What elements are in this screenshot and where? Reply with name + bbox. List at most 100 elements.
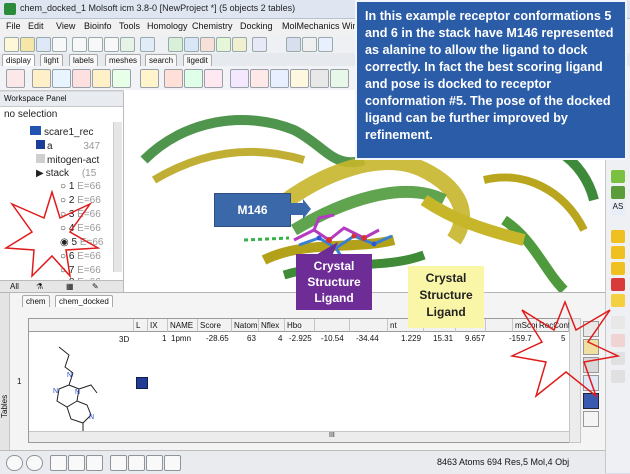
cell-hbond[interactable]: -2.925	[289, 334, 312, 343]
tree-item-receptor[interactable]: scare1_rec	[30, 126, 93, 138]
stop-icon[interactable]	[6, 455, 23, 471]
menu-docking[interactable]: Docking	[240, 21, 273, 31]
print-icon[interactable]	[52, 37, 67, 52]
zoom-icon[interactable]	[611, 246, 625, 259]
surface-icon[interactable]	[92, 69, 111, 88]
tab-ligedit[interactable]: ligedit	[183, 54, 212, 66]
menu-file[interactable]: File	[6, 21, 21, 31]
hbond-icon[interactable]	[230, 69, 249, 88]
record-icon[interactable]	[611, 278, 625, 291]
color-icon[interactable]	[200, 37, 215, 52]
table-icon[interactable]	[140, 37, 155, 52]
redo-icon[interactable]	[88, 37, 103, 52]
new-icon[interactable]	[4, 37, 19, 52]
camera-icon[interactable]	[146, 455, 163, 471]
cell-natom[interactable]: 63	[247, 334, 256, 343]
tab-chem[interactable]: chem	[22, 295, 50, 307]
tab-light[interactable]: light	[40, 54, 63, 66]
menu-view[interactable]: View	[56, 21, 75, 31]
grid-icon[interactable]	[184, 37, 199, 52]
cell-nflex[interactable]: 4	[278, 334, 282, 343]
tab-chem-docked[interactable]: chem_docked	[55, 295, 113, 307]
cut-icon[interactable]	[104, 37, 119, 52]
translate-icon[interactable]	[611, 230, 625, 243]
cell-c2[interactable]: -34.44	[356, 334, 379, 343]
play-icon[interactable]	[611, 170, 625, 183]
center-icon[interactable]	[270, 69, 289, 88]
tab-all[interactable]: All	[10, 282, 19, 291]
rotate-icon[interactable]	[611, 186, 625, 199]
molecule-stack-icon[interactable]	[128, 455, 145, 471]
cell-name[interactable]: 1pmn	[171, 334, 191, 343]
label-icon[interactable]	[250, 69, 269, 88]
column-header-nflex[interactable]: Nflex	[259, 319, 285, 332]
tree-item-chain[interactable]: a 347	[36, 140, 100, 152]
open-icon[interactable]	[20, 37, 35, 52]
menu-homology[interactable]: Homology	[147, 21, 188, 31]
menu-molmechanics[interactable]: MolMechanics	[282, 21, 340, 31]
wire-icon[interactable]	[6, 69, 25, 88]
ribbon-icon[interactable]	[112, 69, 131, 88]
fit-icon[interactable]: AS	[611, 202, 625, 215]
tree-item-mitogen[interactable]: mitogen-act	[36, 154, 99, 166]
stereo-icon[interactable]	[310, 69, 329, 88]
column-header-natom[interactable]: Natom	[232, 319, 259, 332]
scroll-grip[interactable]: III	[329, 432, 335, 439]
cell-ix[interactable]: 1	[162, 334, 166, 343]
cpk-icon[interactable]	[72, 69, 91, 88]
cell-eint[interactable]: 1.229	[401, 334, 421, 343]
sequence-icon[interactable]	[252, 37, 267, 52]
results-table[interactable]: L IX NAME Score Natom Nflex Hbo nt Eint …	[17, 318, 570, 443]
horizontal-scrollbar[interactable]: III	[29, 431, 569, 442]
history-icon[interactable]	[68, 455, 85, 471]
plot-icon[interactable]	[583, 411, 599, 427]
fdb-icon[interactable]	[286, 37, 301, 52]
tab-chemistry-icon[interactable]: ⚗	[36, 282, 43, 291]
cell-c4[interactable]: 9.657	[465, 334, 485, 343]
column-header-l[interactable]: L	[134, 319, 148, 332]
terminal-icon[interactable]	[50, 455, 67, 471]
molecule-icon[interactable]	[168, 37, 183, 52]
column-header-hbond[interactable]: Hbo	[285, 319, 315, 332]
column-header-c2[interactable]	[350, 319, 388, 332]
cell-c1[interactable]: -10.54	[321, 334, 344, 343]
save-icon[interactable]	[36, 37, 51, 52]
selected-row-marker-icon[interactable]	[136, 377, 148, 389]
smiles-icon[interactable]	[302, 37, 317, 52]
menu-bioinfo[interactable]: Bioinfo	[84, 21, 112, 31]
tab-display[interactable]: display	[2, 54, 35, 66]
clip-front-icon[interactable]	[611, 262, 625, 275]
charge-icon[interactable]	[232, 37, 247, 52]
stick-icon[interactable]	[32, 69, 51, 88]
pause-icon[interactable]	[26, 455, 43, 471]
menu-edit[interactable]: Edit	[28, 21, 44, 31]
workspace-scrollbar[interactable]	[113, 122, 122, 272]
xstick-icon[interactable]	[184, 69, 203, 88]
clip-icon[interactable]	[290, 69, 309, 88]
copy-icon[interactable]	[120, 37, 135, 52]
skin-icon[interactable]	[204, 69, 223, 88]
chart-icon[interactable]	[164, 455, 181, 471]
color-by-icon[interactable]	[164, 69, 183, 88]
cell-score[interactable]: -28.65	[206, 334, 229, 343]
column-header-ix[interactable]: IX	[148, 319, 168, 332]
column-header-score[interactable]: Score	[198, 319, 232, 332]
column-header-c1[interactable]	[315, 319, 350, 332]
cell-c3[interactable]: 15.31	[433, 334, 453, 343]
gear-icon[interactable]	[110, 455, 127, 471]
tab-search[interactable]: search	[145, 54, 178, 66]
bond-icon[interactable]	[216, 37, 231, 52]
tree-item-stack[interactable]: ▶ stack (15	[36, 168, 96, 179]
tab-meshes[interactable]: meshes	[105, 54, 142, 66]
info-icon[interactable]	[86, 455, 103, 471]
bookmark-icon[interactable]	[318, 37, 333, 52]
menu-chemistry[interactable]: Chemistry	[192, 21, 233, 31]
clear-icon[interactable]	[140, 69, 159, 88]
tab-table-icon[interactable]: ▦	[66, 282, 74, 291]
tab-wand-icon[interactable]: ✎	[92, 282, 99, 291]
ball-icon[interactable]	[52, 69, 71, 88]
tab-labels[interactable]: labels	[69, 54, 98, 66]
column-header-c5[interactable]	[486, 319, 513, 332]
background-icon[interactable]	[330, 69, 349, 88]
menu-tools[interactable]: Tools	[119, 21, 140, 31]
